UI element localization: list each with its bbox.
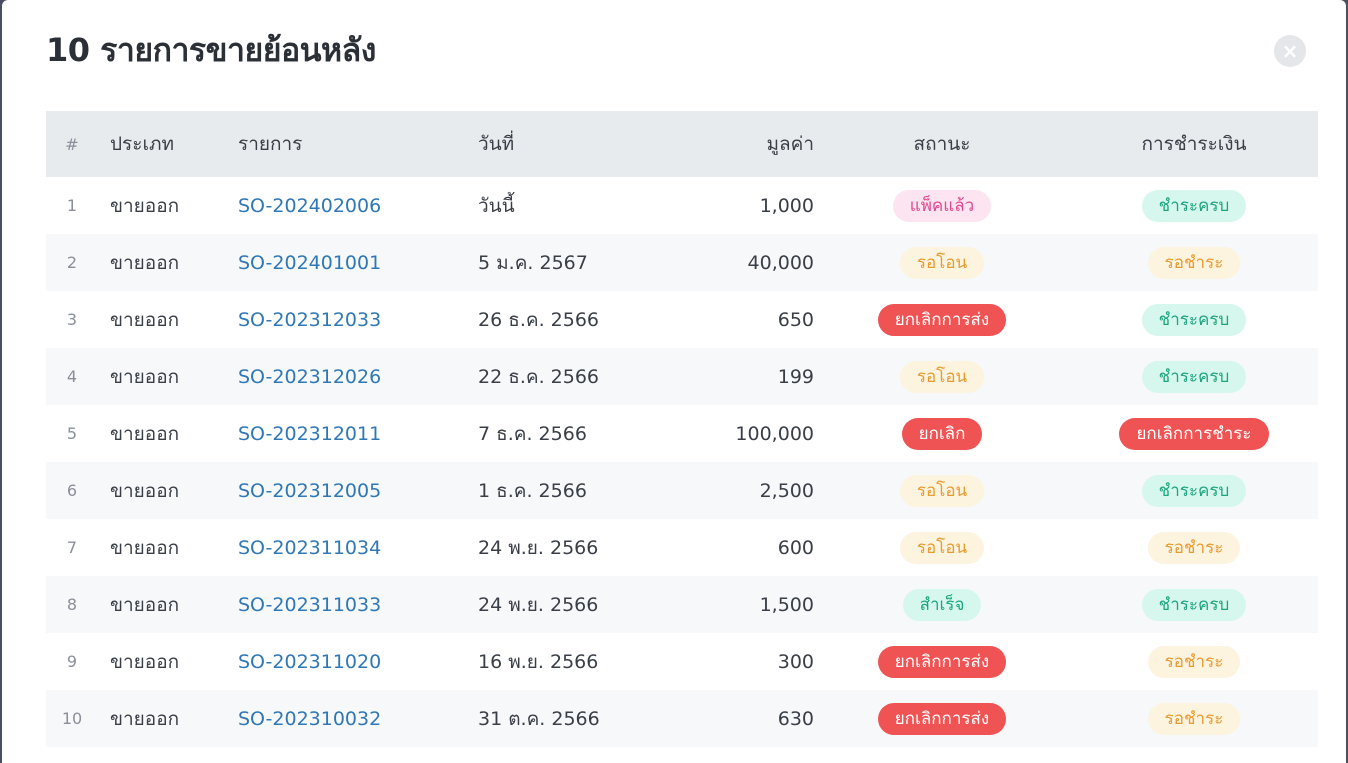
table-row: 2 ขายออก SO-202401001 5 ม.ค. 2567 40,000… [46, 234, 1318, 291]
row-date: วันนี้ [478, 194, 515, 217]
row-date: 26 ธ.ค. 2566 [478, 308, 599, 331]
row-number: 4 [46, 348, 98, 405]
row-type: ขายออก [98, 234, 238, 291]
payment-badge: ชำระครบ [1141, 189, 1247, 222]
document-link[interactable]: SO-202310032 [238, 708, 381, 730]
document-link[interactable]: SO-202312011 [238, 423, 381, 445]
payment-badge: ชำระครบ [1141, 360, 1247, 393]
table-row: 5 ขายออก SO-202312011 7 ธ.ค. 2566 100,00… [46, 405, 1318, 462]
row-amount: 1,000 [759, 194, 814, 217]
header-type: ประเภท [98, 111, 238, 177]
row-type: ขายออก [110, 650, 180, 673]
status-badge: รอโอน [899, 531, 985, 564]
row-amount: 630 [678, 690, 814, 747]
table-row: 10 ขายออก SO-202310032 31 ต.ค. 2566 630 … [46, 690, 1318, 747]
sales-history-modal: 10 รายการขายย้อนหลัง × # ประเภท รายการ ว… [2, 0, 1346, 763]
payment-badge: รอชำระ [1147, 531, 1241, 564]
document-link[interactable]: SO-202311033 [238, 594, 381, 616]
row-number: 10 [46, 690, 98, 747]
row-type: ขายออก [110, 308, 180, 331]
status-badge: ยกเลิกการส่ง [877, 645, 1007, 678]
row-amount: 199 [678, 348, 814, 405]
table-row: 6 ขายออก SO-202312005 1 ธ.ค. 2566 2,500 … [46, 462, 1318, 519]
close-icon[interactable]: × [1274, 35, 1306, 67]
row-amount: 1,500 [678, 576, 814, 633]
document-link[interactable]: SO-202312033 [238, 309, 381, 331]
table-row: 4 ขายออก SO-202312026 22 ธ.ค. 2566 199 ร… [46, 348, 1318, 405]
document-link[interactable]: SO-202312026 [238, 366, 381, 388]
status-badge: รอโอน [899, 360, 985, 393]
status-badge: รอโอน [899, 474, 985, 507]
row-number: 2 [46, 234, 98, 291]
row-number: 8 [46, 576, 98, 633]
payment-badge: รอชำระ [1147, 246, 1241, 279]
header-document: รายการ [238, 111, 478, 177]
row-number: 3 [66, 310, 78, 329]
status-badge: รอโอน [899, 246, 985, 279]
document-link[interactable]: SO-202402006 [238, 195, 381, 217]
table-row: 3 ขายออก SO-202312033 26 ธ.ค. 2566 650 ย… [46, 291, 1318, 348]
row-type: ขายออก [98, 576, 238, 633]
modal-title: 10 รายการขายย้อนหลัง [46, 31, 376, 69]
table-header-row: # ประเภท รายการ วันที่ มูลค่า สถานะ การช… [46, 111, 1318, 177]
table-row: 1 ขายออก SO-202402006 วันนี้ 1,000 แพ็คแ… [46, 177, 1318, 234]
status-badge: สำเร็จ [902, 588, 982, 621]
table-row: 7 ขายออก SO-202311034 24 พ.ย. 2566 600 ร… [46, 519, 1318, 576]
payment-badge: รอชำระ [1147, 645, 1241, 678]
document-link[interactable]: SO-202401001 [238, 252, 381, 274]
table-row: 9 ขายออก SO-202311020 16 พ.ย. 2566 300 ย… [46, 633, 1318, 690]
row-type: ขายออก [110, 536, 180, 559]
row-date: 5 ม.ค. 2567 [478, 234, 678, 291]
row-amount: 300 [777, 650, 814, 673]
row-date: 22 ธ.ค. 2566 [478, 348, 678, 405]
header-payment: การชำระเงิน [1070, 111, 1318, 177]
header-date: วันที่ [478, 111, 678, 177]
row-amount: 2,500 [678, 462, 814, 519]
row-number: 1 [66, 196, 78, 215]
payment-badge: ชำระครบ [1141, 474, 1247, 507]
row-date: 7 ธ.ค. 2566 [478, 422, 587, 445]
row-number: 6 [46, 462, 98, 519]
header-status: สถานะ [814, 111, 1070, 177]
header-amount: มูลค่า [678, 111, 814, 177]
payment-badge: ชำระครบ [1141, 303, 1247, 336]
row-date: 1 ธ.ค. 2566 [478, 462, 678, 519]
row-date: 31 ต.ค. 2566 [478, 690, 678, 747]
document-link[interactable]: SO-202311034 [238, 537, 381, 559]
row-date: 24 พ.ย. 2566 [478, 576, 678, 633]
row-amount: 40,000 [678, 234, 814, 291]
status-badge: แพ็คแล้ว [892, 189, 992, 222]
row-date: 16 พ.ย. 2566 [478, 650, 599, 673]
header-number: # [46, 111, 98, 177]
status-badge: ยกเลิก [901, 417, 983, 450]
row-amount: 600 [777, 536, 814, 559]
row-date: 24 พ.ย. 2566 [478, 536, 599, 559]
row-amount: 100,000 [735, 422, 814, 445]
row-number: 7 [66, 538, 78, 557]
status-badge: ยกเลิกการส่ง [877, 702, 1007, 735]
row-number: 5 [66, 424, 78, 443]
table-row: 8 ขายออก SO-202311033 24 พ.ย. 2566 1,500… [46, 576, 1318, 633]
row-type: ขายออก [98, 690, 238, 747]
row-type: ขายออก [110, 194, 180, 217]
status-badge: ยกเลิกการส่ง [877, 303, 1007, 336]
row-type: ขายออก [110, 422, 180, 445]
payment-badge: ชำระครบ [1141, 588, 1247, 621]
payment-badge: รอชำระ [1147, 702, 1241, 735]
document-link[interactable]: SO-202311020 [238, 651, 381, 673]
row-type: ขายออก [98, 462, 238, 519]
row-number: 9 [66, 652, 78, 671]
row-type: ขายออก [98, 348, 238, 405]
document-link[interactable]: SO-202312005 [238, 480, 381, 502]
sales-table: # ประเภท รายการ วันที่ มูลค่า สถานะ การช… [46, 111, 1318, 747]
row-amount: 650 [777, 308, 814, 331]
payment-badge: ยกเลิกการชำระ [1119, 417, 1269, 450]
